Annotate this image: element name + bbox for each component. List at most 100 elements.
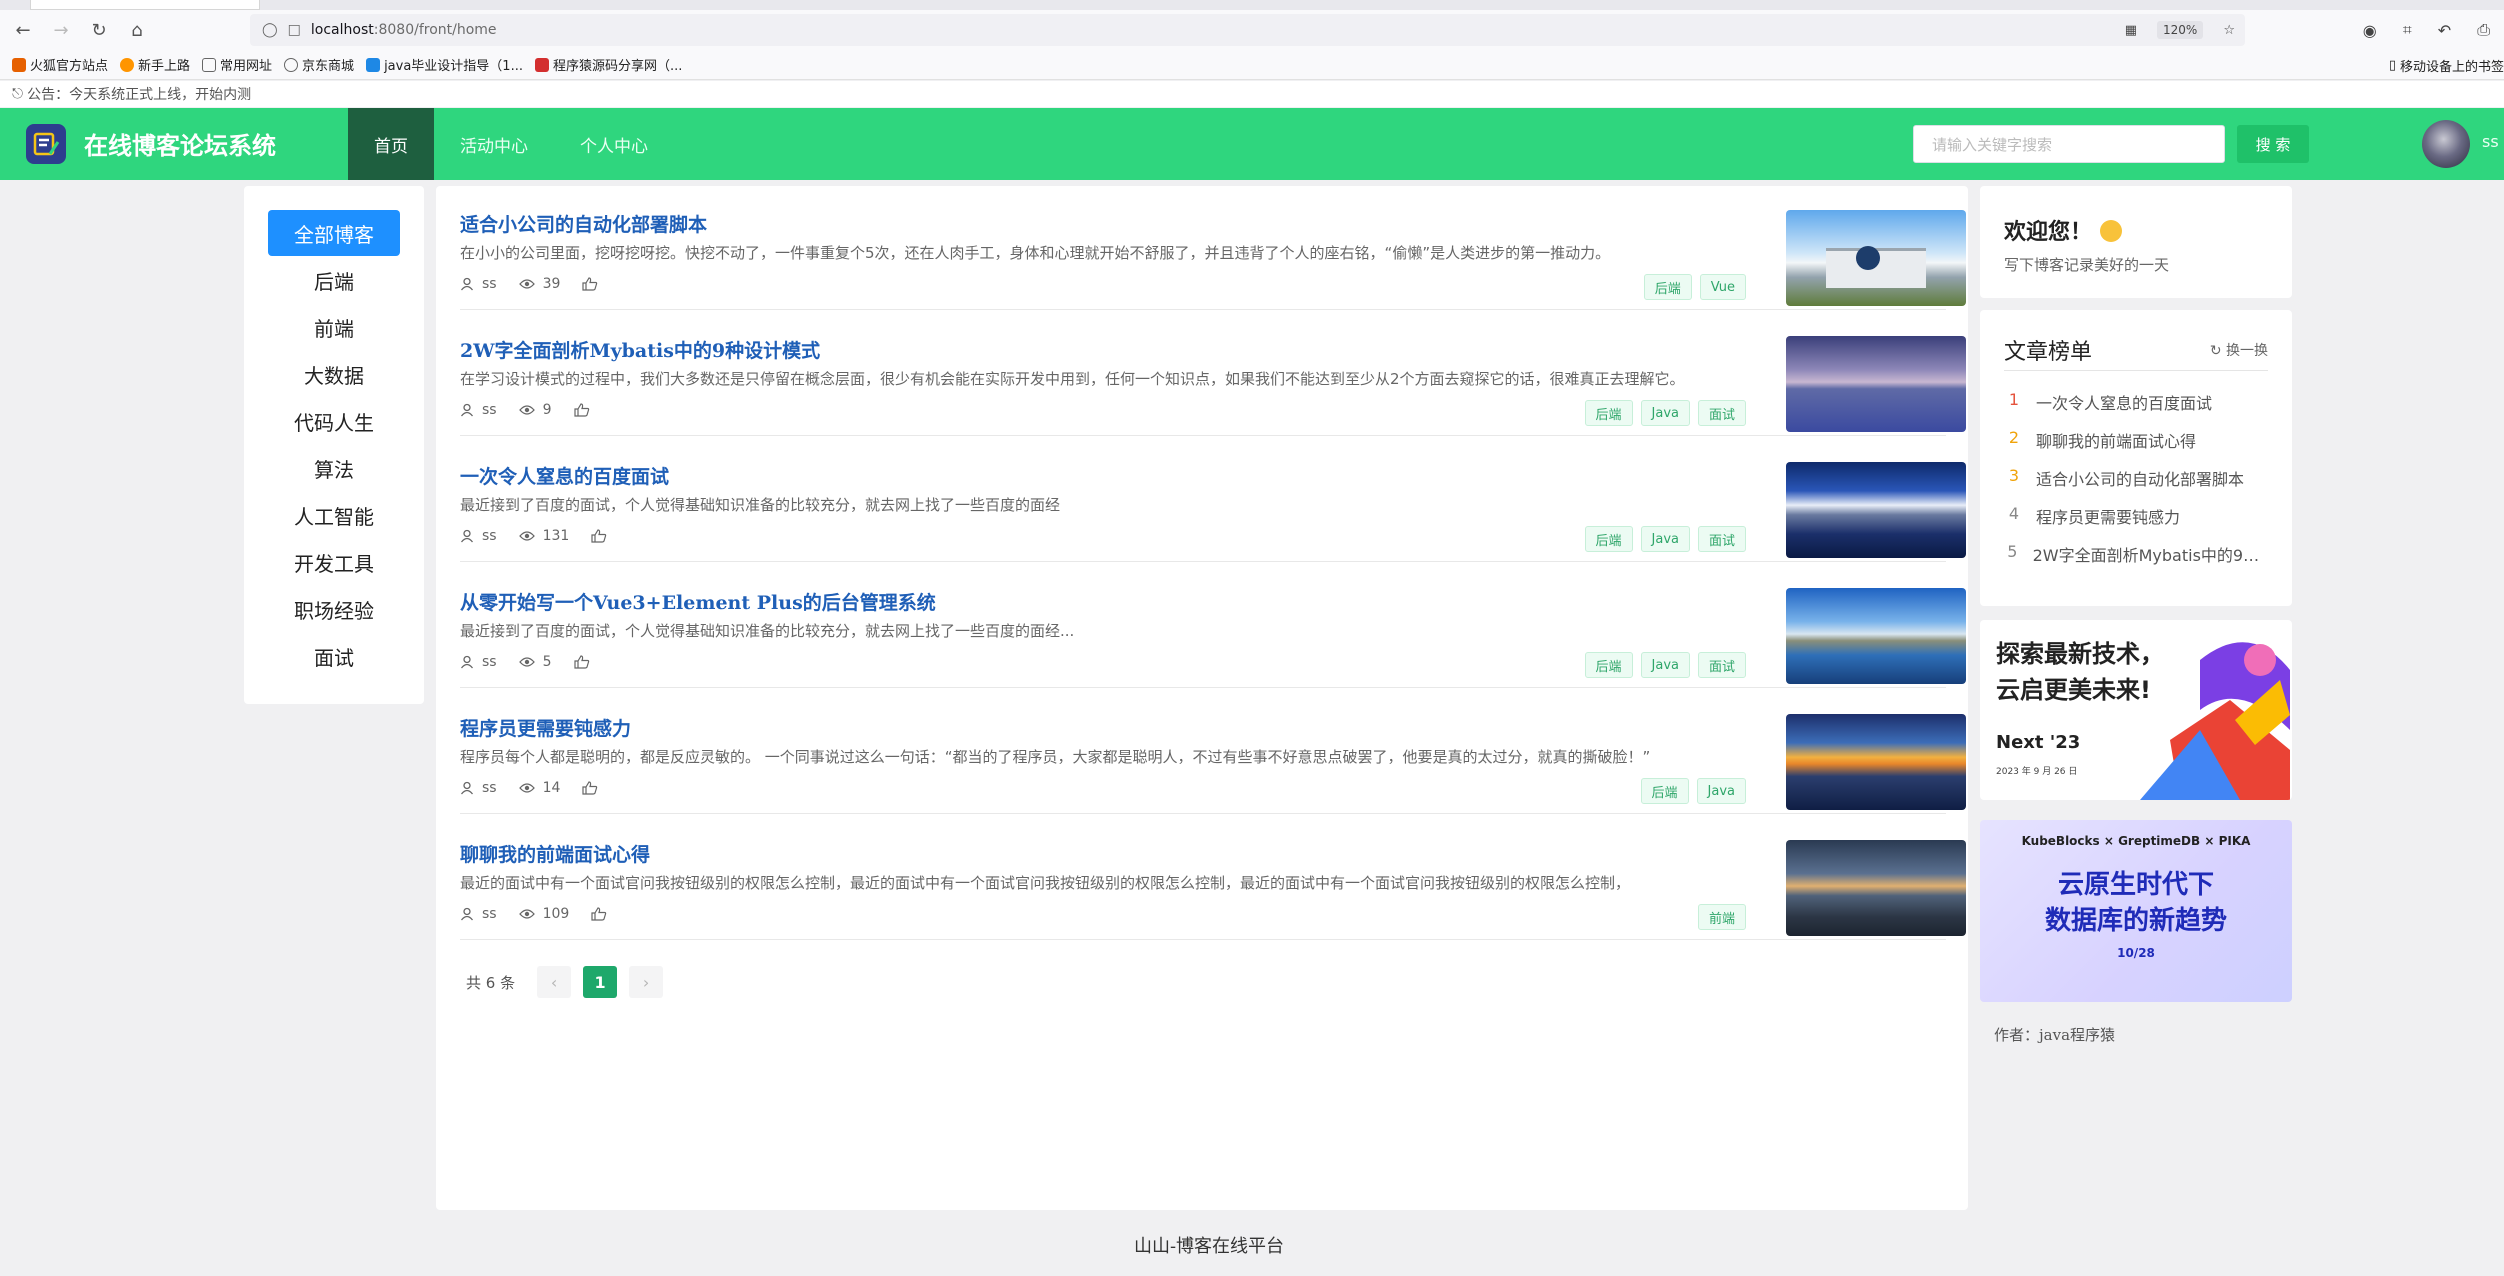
- article-thumbnail[interactable]: [1786, 840, 1966, 936]
- bookmark-star-icon[interactable]: ☆: [2223, 23, 2235, 38]
- tag[interactable]: 后端: [1643, 274, 1692, 300]
- bookmark-item[interactable]: 程序猿源码分享网（...: [534, 55, 682, 74]
- article-title[interactable]: 适合小公司的自动化部署脚本: [460, 210, 707, 237]
- article-item[interactable]: 聊聊我的前端面试心得 最近的面试中有一个面试官问我按钮级别的权限怎么控制，最近的…: [460, 824, 1966, 940]
- like-button[interactable]: [582, 277, 606, 291]
- back-icon[interactable]: ←: [8, 15, 38, 45]
- category-frontend[interactable]: 前端: [268, 304, 400, 350]
- article-tags: 后端 Vue: [1643, 274, 1746, 300]
- tag[interactable]: Java: [1640, 526, 1690, 552]
- rank-title: 适合小公司的自动化部署脚本: [2036, 470, 2245, 489]
- tag[interactable]: 后端: [1584, 400, 1633, 426]
- article-thumbnail[interactable]: [1786, 588, 1966, 684]
- crop-icon[interactable]: ⌗: [2403, 20, 2412, 40]
- category-dev-tools[interactable]: 开发工具: [268, 539, 400, 585]
- article-item[interactable]: 适合小公司的自动化部署脚本 在小小的公司里面，挖呀挖呀挖。快挖不动了，一件事重复…: [460, 194, 1966, 310]
- like-button[interactable]: [591, 907, 615, 921]
- forward-icon[interactable]: →: [46, 15, 76, 45]
- bookmark-item[interactable]: java毕业设计指导（1...: [366, 55, 523, 74]
- logo-icon[interactable]: [26, 124, 66, 164]
- footer-text: 山山-博客在线平台: [1133, 1236, 1285, 1257]
- like-button[interactable]: [591, 529, 615, 543]
- ranking-item[interactable]: 5 2W字全面剖析Mybatis中的9种设计模式: [2004, 542, 2274, 566]
- category-algorithm[interactable]: 算法: [268, 445, 400, 491]
- next-page-button[interactable]: ›: [629, 966, 664, 998]
- article-title[interactable]: 2W字全面剖析Mybatis中的9种设计模式: [460, 336, 820, 363]
- tag[interactable]: Vue: [1699, 274, 1746, 300]
- article-item[interactable]: 2W字全面剖析Mybatis中的9种设计模式 在学习设计模式的过程中，我们大多数…: [460, 320, 1966, 436]
- category-bigdata[interactable]: 大数据: [268, 351, 400, 397]
- category-code-life[interactable]: 代码人生: [268, 398, 400, 444]
- browser-right-tools: ◉ ⌗ ↶ ⎙: [2363, 10, 2504, 50]
- tag[interactable]: Java: [1640, 400, 1690, 426]
- username[interactable]: ss: [2482, 132, 2499, 151]
- author-info: ss: [460, 780, 497, 796]
- undo-icon[interactable]: ↶: [2438, 21, 2451, 40]
- mobile-bookmarks[interactable]: ▯ 移动设备上的书签: [2389, 50, 2504, 80]
- tag[interactable]: 面试: [1697, 526, 1746, 552]
- search-input[interactable]: 请输入关键字搜索: [1913, 125, 2225, 163]
- avatar[interactable]: [2422, 120, 2470, 168]
- nav-home[interactable]: 首页: [348, 108, 434, 180]
- article-thumbnail[interactable]: [1786, 462, 1966, 558]
- nav-activities[interactable]: 活动中心: [434, 108, 554, 180]
- search-button[interactable]: 搜 索: [2237, 125, 2309, 163]
- address-bar[interactable]: ◯ □ localhost:8080/front/home ▦ 120% ☆: [250, 14, 2245, 46]
- article-item[interactable]: 程序员更需要钝感力 程序员每个人都是聪明的，都是反应灵敏的。 一个同事说过这么一…: [460, 698, 1966, 814]
- ranking-item[interactable]: 4 程序员更需要钝感力: [2004, 504, 2274, 528]
- tag[interactable]: 后端: [1584, 652, 1633, 678]
- ad-banner-google-next[interactable]: 探索最新技术， 云启更美未来! Next '23 2023 年 9 月 26 日: [1980, 620, 2292, 800]
- extensions-icon[interactable]: ⎙: [2477, 20, 2490, 40]
- article-item[interactable]: 从零开始写一个Vue3+Element Plus的后台管理系统 最近接到了百度的…: [460, 572, 1966, 688]
- reload-icon[interactable]: ↻: [84, 15, 114, 45]
- article-title[interactable]: 从零开始写一个Vue3+Element Plus的后台管理系统: [460, 588, 936, 615]
- qr-code-icon[interactable]: ▦: [2125, 23, 2137, 38]
- category-interview[interactable]: 面试: [268, 633, 400, 679]
- category-ai[interactable]: 人工智能: [268, 492, 400, 538]
- page-number-button[interactable]: 1: [583, 966, 618, 998]
- like-button[interactable]: [573, 403, 598, 417]
- bookmark-folder[interactable]: 常用网址: [202, 55, 272, 74]
- article-thumbnail[interactable]: [1786, 336, 1966, 432]
- tag[interactable]: Java: [1696, 778, 1746, 804]
- browser-tab[interactable]: [30, 0, 260, 10]
- article-thumbnail[interactable]: [1786, 210, 1966, 306]
- ranking-item[interactable]: 3 适合小公司的自动化部署脚本: [2004, 466, 2274, 490]
- article-item[interactable]: 一次令人窒息的百度面试 最近接到了百度的面试，个人觉得基础知识准备的比较充分，就…: [460, 446, 1966, 562]
- article-title[interactable]: 程序员更需要钝感力: [460, 714, 631, 741]
- tag[interactable]: 面试: [1697, 652, 1746, 678]
- tag[interactable]: 前端: [1697, 904, 1746, 930]
- article-tags: 前端: [1697, 904, 1746, 930]
- tag[interactable]: 后端: [1640, 778, 1689, 804]
- ad-banner-cloud-native-db[interactable]: KubeBlocks × GreptimeDB × PIKA 云原生时代下 数据…: [1980, 820, 2292, 1002]
- prev-page-button[interactable]: ‹: [537, 966, 572, 998]
- bookmark-item[interactable]: 京东商城: [284, 55, 354, 74]
- like-button[interactable]: [573, 655, 598, 669]
- refresh-ranking-button[interactable]: ↻ 换一换: [2210, 340, 2268, 360]
- bookmark-item[interactable]: 火狐官方站点: [12, 55, 108, 74]
- tag[interactable]: Java: [1640, 652, 1690, 678]
- article-title[interactable]: 聊聊我的前端面试心得: [460, 840, 650, 867]
- tag[interactable]: 后端: [1584, 526, 1633, 552]
- category-all[interactable]: 全部博客: [268, 210, 400, 256]
- tag[interactable]: 面试: [1697, 400, 1746, 426]
- account-icon[interactable]: ◉: [2363, 21, 2377, 40]
- nav-profile[interactable]: 个人中心: [554, 108, 674, 180]
- category-backend[interactable]: 后端: [268, 257, 400, 303]
- category-career[interactable]: 职场经验: [268, 586, 400, 632]
- bookmark-item[interactable]: 新手上路: [120, 55, 190, 74]
- article-summary: 最近的面试中有一个面试官问我按钮级别的权限怎么控制，最近的面试中有一个面试官问我…: [460, 874, 1631, 892]
- site-title[interactable]: 在线博客论坛系统: [84, 126, 276, 161]
- like-button[interactable]: [582, 781, 606, 795]
- article-thumbnail[interactable]: [1786, 714, 1966, 810]
- article-title[interactable]: 一次令人窒息的百度面试: [460, 462, 669, 489]
- views-info: 5: [518, 654, 552, 670]
- browser-toolbar: ← → ↻ ⌂ ◯ □ localhost:8080/front/home ▦ …: [0, 10, 2504, 50]
- divider: [2004, 370, 2268, 371]
- eye-icon: [518, 657, 535, 667]
- ranking-item[interactable]: 2 聊聊我的前端面试心得: [2004, 428, 2274, 452]
- article-tags: 后端 Java: [1640, 778, 1746, 804]
- zoom-level[interactable]: 120%: [2157, 21, 2204, 39]
- home-icon[interactable]: ⌂: [122, 15, 152, 45]
- ranking-item[interactable]: 1 一次令人窒息的百度面试: [2004, 390, 2274, 414]
